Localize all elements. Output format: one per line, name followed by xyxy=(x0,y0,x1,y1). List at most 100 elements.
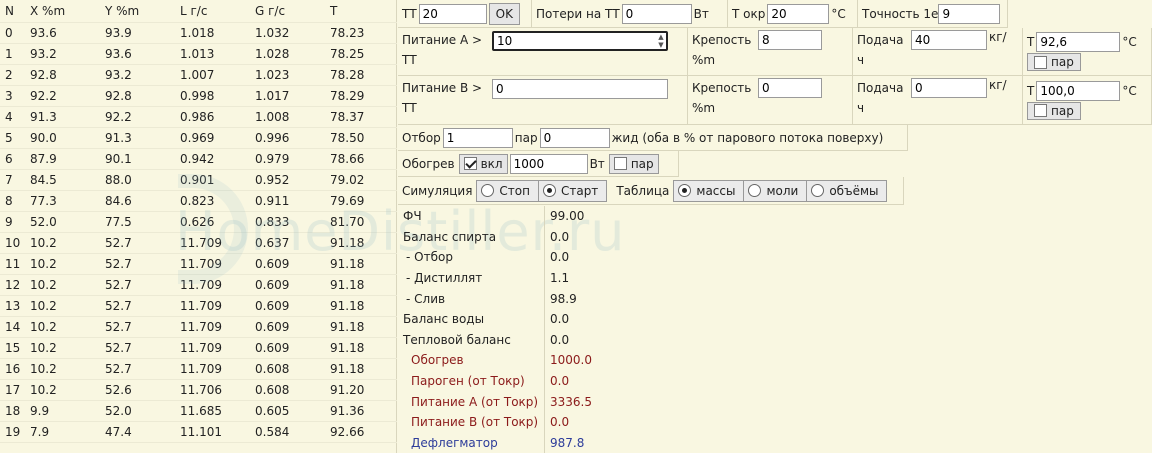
feed-a-spinner[interactable]: ▲ ▼ xyxy=(655,33,667,49)
table-row: 7 84.5 88.0 0.901 0.952 79.02 xyxy=(0,169,397,191)
cell-g: 0.605 xyxy=(250,400,325,422)
result-row: Обогрев 1000.0 xyxy=(398,350,1152,371)
cell-x: 10.2 xyxy=(25,232,100,254)
cell-l: 1.013 xyxy=(175,43,250,65)
cell-l: 0.986 xyxy=(175,106,250,128)
heat-steam-toggle[interactable]: пар xyxy=(608,153,659,174)
feed-a-steam-toggle[interactable]: пар xyxy=(1027,53,1081,71)
sim-start-radio[interactable]: Старт xyxy=(537,179,608,202)
feed-b-t-unit: °C xyxy=(1122,83,1137,98)
result-value: 1.1 xyxy=(550,271,570,286)
cell-l: 1.018 xyxy=(175,22,250,44)
cell-l: 11.709 xyxy=(175,358,250,380)
tenv-label: Т окр xyxy=(732,6,766,21)
cell-l: 0.998 xyxy=(175,85,250,107)
cell-g: 1.028 xyxy=(250,43,325,65)
result-row: - Дистиллят 1.1 xyxy=(398,267,1152,289)
cell-y: 52.7 xyxy=(100,337,175,359)
cell-t: 79.69 xyxy=(325,190,397,212)
heat-steam-label: пар xyxy=(630,156,654,171)
result-row: Баланс спирта 0.0 xyxy=(398,226,1152,248)
feed-a-t-label: Т xyxy=(1027,35,1035,49)
table-row: 9 52.0 77.5 0.626 0.833 81.70 xyxy=(0,211,397,233)
draw-input[interactable] xyxy=(442,127,513,148)
result-key: Питание А (от Токр) xyxy=(398,391,545,412)
heat-on-toggle[interactable]: вкл xyxy=(458,153,508,174)
cell-g: 0.584 xyxy=(250,421,325,443)
result-key: Баланс воды xyxy=(398,308,545,330)
cell-n: 4 xyxy=(0,106,25,128)
sim-stop-radio[interactable]: Стоп xyxy=(476,179,539,202)
cell-x: 10.2 xyxy=(25,337,100,359)
feed-a-strength-input[interactable] xyxy=(758,30,822,50)
cell-g: 0.996 xyxy=(250,127,325,149)
result-value: 0.0 xyxy=(550,312,570,327)
table-vol-radio[interactable]: объёмы xyxy=(806,179,888,202)
feed-a-steam-label: пар xyxy=(1051,55,1074,69)
feed-a-input[interactable] xyxy=(492,31,668,51)
precision-input[interactable] xyxy=(938,3,1001,24)
cell-l: 11.709 xyxy=(175,337,250,359)
result-value: 1000.0 xyxy=(550,353,592,368)
cell-g: 0.911 xyxy=(250,190,325,212)
cell-g: 1.023 xyxy=(250,64,325,86)
feed-b-steam-toggle[interactable]: пар xyxy=(1027,101,1081,120)
stage-table: N X %m Y %m L г/с G г/с T 0 93.6 93.9 1.018… xyxy=(0,0,397,443)
table-mass-radio[interactable]: массы xyxy=(673,179,745,202)
cell-t: 78.50 xyxy=(325,127,397,149)
feed-b-strength-input[interactable] xyxy=(758,78,822,98)
cell-n: 6 xyxy=(0,148,25,170)
feed-a-flow-unit2: ч xyxy=(857,53,865,67)
table-row: 2 92.8 93.2 1.007 1.023 78.28 xyxy=(0,64,397,86)
checkbox-icon xyxy=(613,157,627,170)
cell-x: 10.2 xyxy=(25,253,100,275)
feed-a-t-input[interactable] xyxy=(1036,32,1121,52)
result-value: 0.0 xyxy=(550,415,570,430)
table-row: 17 10.2 52.6 11.706 0.608 91.20 xyxy=(0,379,397,401)
cell-l: 0.823 xyxy=(175,190,250,212)
cell-g: 0.608 xyxy=(250,358,325,380)
draw-label: Отбор xyxy=(402,130,441,145)
loss-input[interactable] xyxy=(621,3,692,24)
cell-g: 0.609 xyxy=(250,316,325,338)
cell-y: 90.1 xyxy=(100,148,175,170)
cell-x: 10.2 xyxy=(25,379,100,401)
result-value: 3336.5 xyxy=(550,394,592,409)
feed-b-flow-label: Подача xyxy=(857,81,904,95)
cell-x: 7.9 xyxy=(25,421,100,443)
feed-a-label-tt: ТТ xyxy=(402,53,417,67)
result-row: - Отбор 0.0 xyxy=(398,247,1152,268)
draw-row: Отбор пар жид (оба в % от парового поток… xyxy=(398,125,908,151)
result-row: Тепловой баланс 0.0 xyxy=(398,329,1152,351)
feed-b-t-input[interactable] xyxy=(1036,80,1121,101)
cell-n: 7 xyxy=(0,169,25,191)
feed-a-flow-input[interactable] xyxy=(911,30,987,50)
cell-n: 16 xyxy=(0,358,25,380)
feed-b-flow-input[interactable] xyxy=(911,78,987,98)
cell-n: 13 xyxy=(0,295,25,317)
feed-a-t-unit: °C xyxy=(1122,35,1137,49)
col-header-g: G г/с xyxy=(250,0,325,23)
draw-steam-input[interactable] xyxy=(539,127,610,148)
cell-n: 3 xyxy=(0,85,25,107)
table-row: 4 91.3 92.2 0.986 1.008 78.37 xyxy=(0,106,397,128)
col-header-x: X %m xyxy=(25,0,100,23)
cell-n: 18 xyxy=(0,400,25,422)
cell-y: 52.0 xyxy=(100,400,175,422)
tt-input[interactable] xyxy=(418,3,487,24)
cell-l: 11.709 xyxy=(175,316,250,338)
tenv-input[interactable] xyxy=(767,3,830,24)
feed-b-label: Питание B > xyxy=(402,81,483,95)
cell-y: 93.9 xyxy=(100,22,175,44)
heat-input[interactable] xyxy=(509,153,588,174)
tt-group: ТТ OK xyxy=(398,0,532,28)
table-mol-radio[interactable]: моли xyxy=(743,179,808,202)
col-header-t: T xyxy=(325,0,397,23)
cell-y: 77.5 xyxy=(100,211,175,233)
cell-l: 11.709 xyxy=(175,295,250,317)
feed-b-input[interactable] xyxy=(492,79,668,99)
feed-b-row: Питание B > ТТ Крепость %m Подача ч кг/ … xyxy=(398,76,1152,125)
cell-l: 1.007 xyxy=(175,64,250,86)
ok-button[interactable]: OK xyxy=(488,2,520,25)
precision-group: Точность 1е xyxy=(858,0,1008,28)
